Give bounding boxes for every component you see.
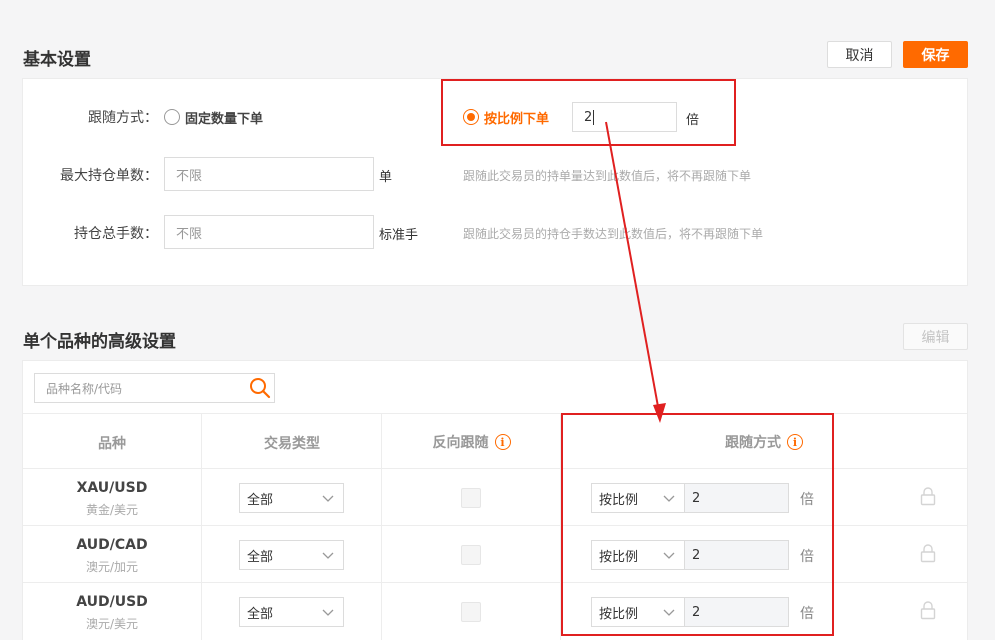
- annotation-arrow: [605, 121, 666, 423]
